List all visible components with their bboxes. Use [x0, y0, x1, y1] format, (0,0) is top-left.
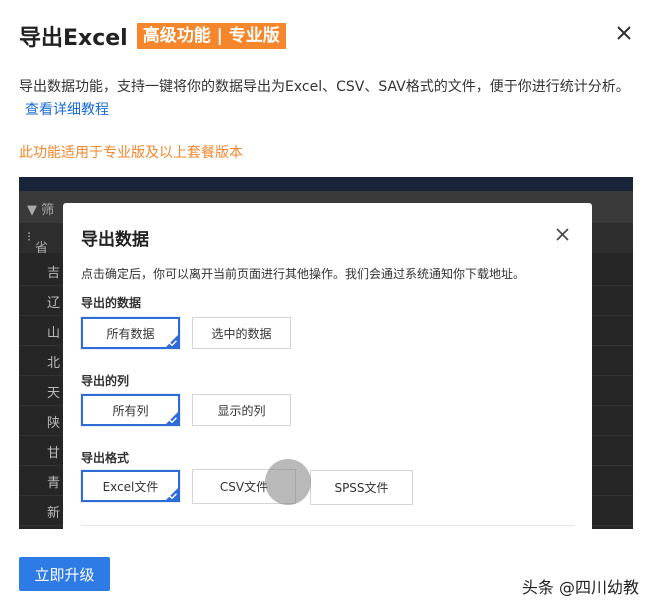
preview-toolbar-label: 筛: [41, 203, 55, 218]
description: 导出数据功能，支持一键将你的数据导出为Excel、CSV、SAV格式的文件，便于…: [19, 76, 634, 122]
option-all-data[interactable]: 所有数据: [81, 317, 180, 349]
option-visible-columns[interactable]: 显示的列: [192, 394, 291, 426]
section-label-data: 导出的数据: [81, 296, 142, 310]
checkmark-icon: [169, 417, 177, 423]
table-cell: 天: [47, 386, 61, 401]
table-cell: 辽: [47, 296, 61, 311]
modal-title: 导出数据: [81, 230, 149, 250]
touch-cursor: [265, 459, 311, 505]
preview-topbar: [19, 177, 633, 191]
table-cell: 吉: [47, 266, 61, 281]
option-label: 所有列: [112, 403, 149, 418]
export-modal: 导出数据 点击确定后，你可以离开当前页面进行其他操作。我们会通过系统通知你下载地…: [63, 203, 592, 543]
option-excel[interactable]: Excel文件: [81, 470, 180, 502]
table-cell: 北: [47, 356, 61, 371]
title-text: 导出Excel: [19, 26, 128, 51]
upgrade-button[interactable]: 立即升级: [19, 557, 110, 591]
option-label: Excel文件: [102, 479, 159, 494]
option-label: CSV文件: [219, 480, 269, 494]
preview-header-label: 省: [35, 241, 49, 256]
filter-icon: ▼ 筛: [27, 203, 55, 218]
section-label-columns: 导出的列: [81, 374, 130, 388]
modal-close-icon[interactable]: [555, 227, 570, 242]
description-text: 导出数据功能，支持一键将你的数据导出为Excel、CSV、SAV格式的文件，便于…: [19, 79, 630, 95]
table-cell: 陕: [47, 416, 61, 431]
table-cell: 青: [47, 476, 61, 491]
option-label: SPSS文件: [334, 481, 389, 495]
modal-hint: 点击确定后，你可以离开当前页面进行其他操作。我们会通过系统通知你下载地址。: [81, 267, 526, 281]
pro-badge: 高级功能 | 专业版: [136, 23, 286, 49]
option-all-columns[interactable]: 所有列: [81, 394, 180, 426]
tutorial-link[interactable]: 查看详细教程: [25, 102, 109, 118]
option-selected-data[interactable]: 选中的数据: [192, 317, 291, 349]
close-icon[interactable]: [615, 24, 633, 42]
modal-divider: [81, 525, 574, 526]
table-cell: 山: [47, 326, 61, 341]
checkmark-icon: [169, 340, 177, 346]
option-label: 所有数据: [106, 326, 155, 341]
option-label: 选中的数据: [211, 326, 272, 341]
table-cell: 甘: [47, 446, 61, 461]
watermark: 头条 @四川幼教: [521, 578, 639, 597]
checkmark-icon: [169, 493, 177, 499]
table-cell: 新: [47, 506, 61, 521]
dialog-title: 导出Excel 高级功能 | 专业版: [19, 20, 286, 52]
option-label: 显示的列: [217, 403, 266, 418]
section-label-format: 导出格式: [81, 451, 130, 465]
plan-notice: 此功能适用于专业版及以上套餐版本: [19, 145, 243, 161]
option-spss[interactable]: SPSS文件: [310, 470, 413, 505]
